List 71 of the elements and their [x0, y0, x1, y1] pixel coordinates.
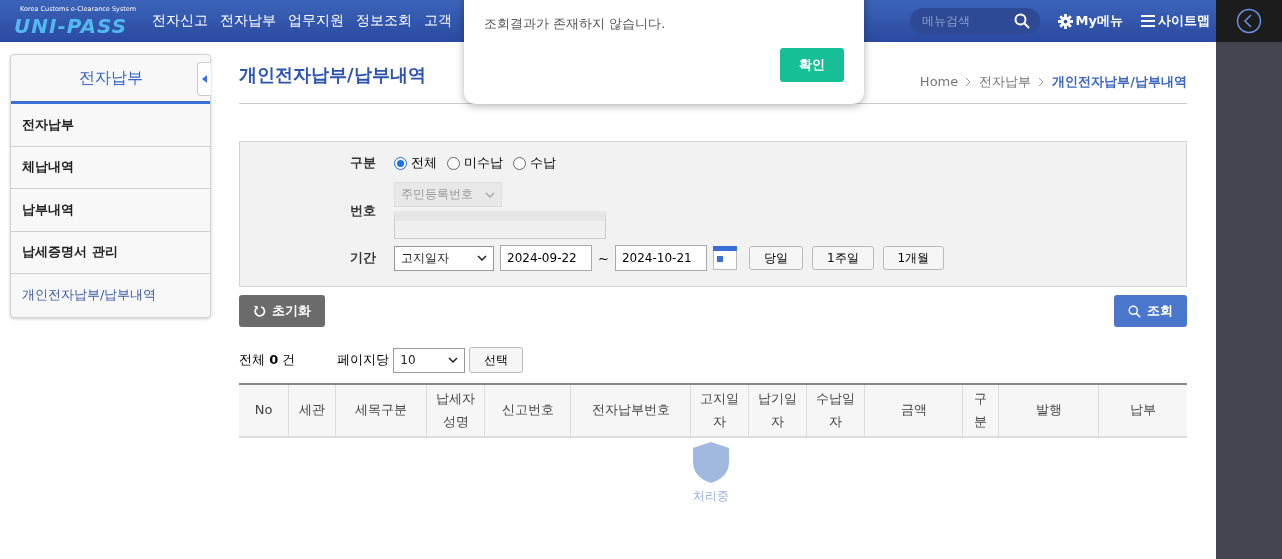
period-button[interactable]: 1개월 — [882, 246, 945, 270]
nav-item[interactable]: 업무지원 — [288, 12, 345, 30]
column-header: 구분 — [963, 385, 999, 436]
search-field[interactable]: 메뉴검색 — [909, 8, 1040, 34]
radio-option[interactable]: 미수납 — [447, 154, 503, 172]
nav-item[interactable]: 고객 — [424, 12, 453, 30]
column-header: 발행 — [999, 385, 1099, 436]
column-header: 수납일자 — [807, 385, 865, 436]
date-field[interactable]: 2024-10-21 — [614, 245, 707, 271]
collapse-button[interactable] — [197, 62, 211, 96]
calendar-icon[interactable] — [712, 246, 737, 270]
sidebar-item[interactable]: 납부내역 — [11, 189, 210, 232]
sidebar-item[interactable]: 납세증명서 관리 — [11, 231, 210, 274]
chevron-icon — [966, 77, 972, 86]
header-link[interactable]: My메뉴 — [1057, 12, 1123, 30]
per-page-label: 페이지당 — [337, 351, 390, 369]
shield-icon — [691, 440, 731, 484]
breadcrumb-item[interactable]: 전자납부 — [979, 72, 1032, 91]
total-count: 전체 0 건 — [239, 351, 296, 369]
date-type-select[interactable]: 고지일자 — [394, 245, 494, 271]
nav-item[interactable]: 전자신고 — [152, 12, 209, 30]
column-header: 납부 — [1129, 401, 1157, 420]
search-icon — [1128, 304, 1141, 318]
back-icon[interactable] — [1236, 8, 1262, 34]
apply-button[interactable]: 선택 — [469, 347, 524, 373]
reset-button[interactable]: 초기화 — [239, 295, 325, 327]
number-field[interactable] — [394, 211, 606, 239]
field-label: 번호 — [350, 201, 377, 220]
nav-item[interactable]: 전자납부 — [220, 12, 277, 30]
radio-button[interactable] — [394, 156, 407, 170]
search-button[interactable]: 조회 — [1114, 295, 1187, 327]
column-header: 세목구분 — [336, 385, 427, 436]
field-label: 구분 — [350, 154, 377, 172]
range-separator: ~ — [598, 250, 609, 266]
caret-icon — [477, 255, 487, 261]
sidebar-item[interactable]: 체납내역 — [11, 146, 210, 189]
period-button[interactable]: 1주일 — [811, 246, 874, 270]
radio-button[interactable] — [447, 156, 460, 170]
nav-item[interactable]: 정보조회 — [356, 12, 413, 30]
page-title: 개인전자납부/납부내역 — [239, 62, 426, 87]
radio-button[interactable] — [513, 156, 526, 170]
caret-icon — [448, 357, 459, 363]
per-page-select[interactable]: 10 — [393, 347, 466, 373]
header-link[interactable]: 사이트맵 — [1141, 12, 1210, 30]
breadcrumb-item[interactable]: Home — [919, 74, 959, 89]
gear-icon — [1057, 13, 1073, 29]
column-header: 납기일자 — [749, 385, 807, 436]
date-field[interactable]: 2024-09-22 — [500, 245, 592, 271]
logo-text: UNI-PASS — [14, 13, 129, 38]
menu-icon — [1141, 15, 1155, 27]
breadcrumb-item[interactable]: 개인전자납부/납부내역 — [1052, 72, 1187, 91]
column-header: 전자납부번호 — [571, 385, 691, 436]
caret-icon — [485, 191, 495, 198]
period-button[interactable]: 당일 — [748, 246, 803, 270]
sidebar-item[interactable]: 개인전자납부/납부내역 — [11, 274, 210, 317]
caret-icon — [202, 75, 207, 83]
field-label: 기간 — [350, 249, 377, 267]
column-header: 금액 — [865, 385, 963, 436]
loading-label: 처리중 — [693, 488, 729, 505]
refresh-icon — [253, 304, 266, 318]
chevron-icon — [1039, 77, 1045, 86]
column-header: No — [239, 385, 289, 436]
radio-option[interactable]: 전체 — [394, 154, 437, 172]
search-icon[interactable] — [1013, 13, 1030, 29]
sidebar-item[interactable]: 전자납부 — [11, 104, 210, 147]
column-header: 고지일자 — [691, 385, 749, 436]
radio-option[interactable]: 수납 — [513, 154, 556, 172]
column-header: 신고번호 — [485, 385, 571, 436]
column-header: 세관 — [289, 385, 336, 436]
dialog-message: 조회결과가 존재하지 않습니다. — [484, 15, 667, 33]
column-header: 납세자성명 — [427, 385, 485, 436]
